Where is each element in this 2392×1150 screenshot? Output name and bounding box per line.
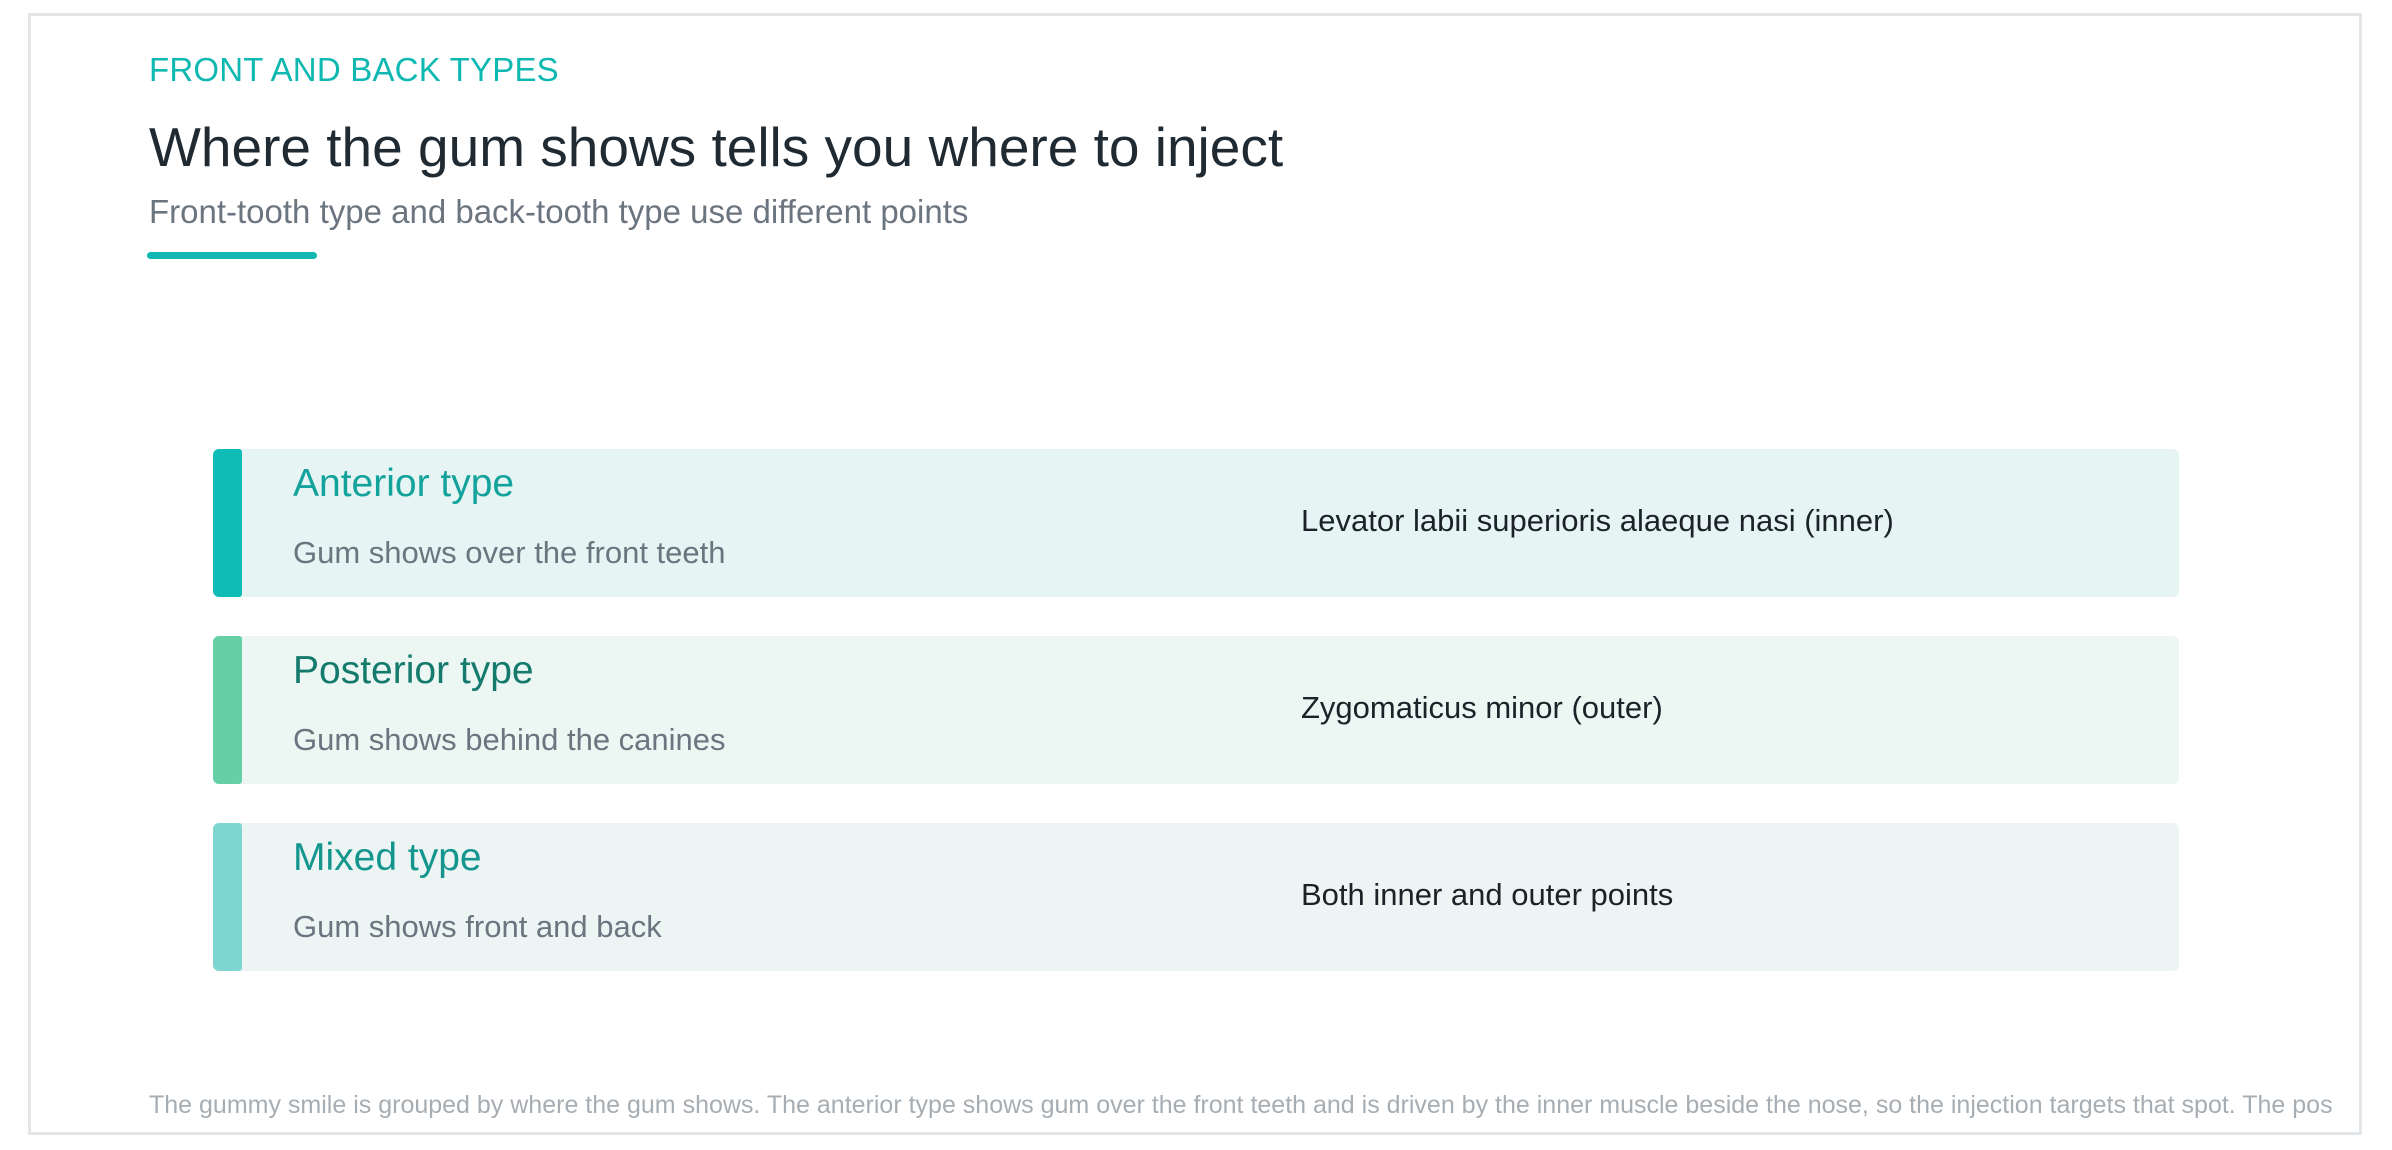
eyebrow-label: FRONT AND BACK TYPES [149,51,559,88]
type-description: Gum shows over the front teeth [293,535,726,570]
type-card-stripe [213,823,242,971]
type-card-stripe [213,449,242,597]
injection-muscle: Zygomaticus minor (outer) [1301,690,1663,725]
slide-title: Where the gum shows tells you where to i… [149,116,1284,178]
type-name: Mixed type [293,836,482,879]
type-name: Anterior type [293,462,515,505]
injection-muscle: Levator labii superioris alaeque nasi (i… [1301,503,1894,538]
slide: FRONT AND BACK TYPES Where the gum shows… [28,13,2362,1135]
title-accent-bar [147,252,317,259]
type-card-anterior: Anterior type Gum shows over the front t… [213,449,2179,597]
footnote: The gummy smile is grouped by where the … [149,1091,2333,1119]
type-description: Gum shows behind the canines [293,722,726,757]
type-list: Anterior type Gum shows over the front t… [213,449,2179,1010]
type-card-mixed: Mixed type Gum shows front and back Both… [213,823,2179,971]
injection-muscle: Both inner and outer points [1301,877,1674,912]
type-name: Posterior type [293,649,534,692]
type-card-stripe [213,636,242,784]
type-description: Gum shows front and back [293,909,662,944]
slide-subtitle: Front-tooth type and back-tooth type use… [149,193,969,230]
type-card-posterior: Posterior type Gum shows behind the cani… [213,636,2179,784]
